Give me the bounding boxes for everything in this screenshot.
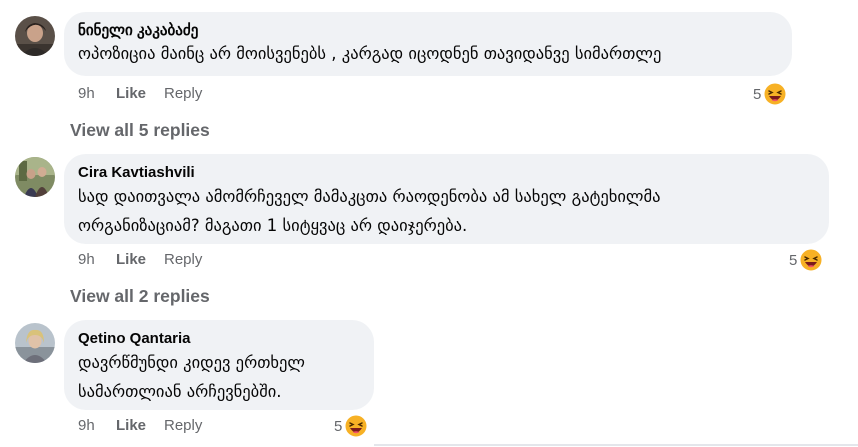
comment-author[interactable]: Cira Kavtiashvili <box>78 164 815 182</box>
comment-time[interactable]: 9h <box>78 249 95 271</box>
reaction-summary[interactable]: 5 <box>334 414 368 438</box>
comment-bubble: ნინელი კაკაბაძე ოპოზიცია მაინც არ მოისვე… <box>64 12 792 76</box>
reaction-count: 5 <box>753 85 762 103</box>
comment-author[interactable]: ნინელი კაკაბაძე <box>78 22 778 40</box>
view-replies-link[interactable]: View all 5 replies <box>70 118 210 142</box>
divider <box>374 444 858 446</box>
avatar[interactable] <box>15 323 55 363</box>
comment-actions: 9h Like Reply <box>78 415 378 437</box>
like-button[interactable]: Like <box>116 415 146 437</box>
haha-emoji-icon <box>799 248 823 272</box>
haha-emoji-icon <box>763 82 787 106</box>
view-replies-link[interactable]: View all 2 replies <box>70 284 210 308</box>
reply-button[interactable]: Reply <box>164 83 202 105</box>
comment-time[interactable]: 9h <box>78 83 95 105</box>
comment-bubble: Qetino Qantaria დავრწმუნდი კიდევ ერთხელ … <box>64 320 374 410</box>
reaction-count: 5 <box>334 417 343 435</box>
haha-emoji-icon <box>344 414 368 438</box>
reply-button[interactable]: Reply <box>164 249 202 271</box>
comment-author[interactable]: Qetino Qantaria <box>78 330 360 348</box>
reply-button[interactable]: Reply <box>164 415 202 437</box>
comment-text: ოპოზიცია მაინც არ მოისვენებს , კარგად იც… <box>78 44 662 63</box>
comment-actions: 9h Like Reply <box>78 83 378 105</box>
like-button[interactable]: Like <box>116 83 146 105</box>
comment-text: დავრწმუნდი კიდევ ერთხელ სამართლიან არჩევ… <box>78 353 305 401</box>
reaction-summary[interactable]: 5 <box>753 82 787 106</box>
comment-bubble: Cira Kavtiashvili სად დაითვალა ამომრჩევე… <box>64 154 829 244</box>
avatar[interactable] <box>15 157 55 197</box>
like-button[interactable]: Like <box>116 249 146 271</box>
reaction-count: 5 <box>789 251 798 269</box>
comment-time[interactable]: 9h <box>78 415 95 437</box>
comment-actions: 9h Like Reply <box>78 249 378 271</box>
comment-text: სად დაითვალა ამომრჩეველ მამაკცთა რაოდენო… <box>78 187 661 235</box>
avatar[interactable] <box>15 16 55 56</box>
reaction-summary[interactable]: 5 <box>789 248 823 272</box>
